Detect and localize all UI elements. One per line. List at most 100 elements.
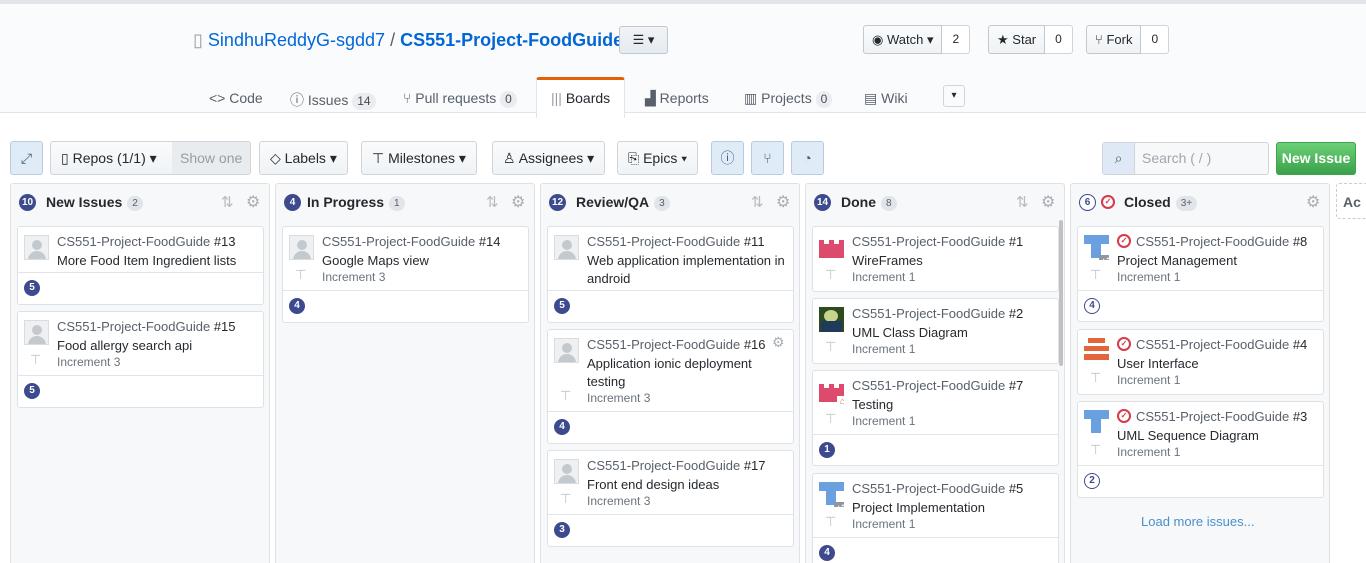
estimate-badge[interactable]: 4 <box>819 545 835 561</box>
card-milestone[interactable]: Increment 1 <box>852 414 915 428</box>
estimate-badge[interactable]: 1 <box>819 442 835 458</box>
repos-filter-button[interactable]: ▯ Repos (1/1) ▾ <box>50 141 173 175</box>
issue-card[interactable]: +3 CS551-Project-FoodGuide #5 Project Im… <box>812 473 1059 563</box>
card-repo[interactable]: CS551-Project-FoodGuide #15 <box>57 319 236 334</box>
repo-list-menu-button[interactable]: ☰ ▾ <box>619 26 668 54</box>
show-one-button[interactable]: Show one <box>172 141 252 175</box>
card-title[interactable]: Testing <box>852 396 1050 414</box>
card-title[interactable]: WireFrames <box>852 252 1050 270</box>
load-more-link[interactable]: Load more issues... <box>1141 514 1254 529</box>
card-title[interactable]: Google Maps view <box>322 252 520 270</box>
labels-filter-button[interactable]: ◇ Labels ▾ <box>259 141 348 175</box>
watch-button[interactable]: ◉ Watch ▾ <box>863 25 943 54</box>
add-column-button[interactable]: Ac <box>1336 183 1366 219</box>
tab-reports[interactable]: ▟ Reports <box>645 90 709 107</box>
card-milestone[interactable]: Increment 1 <box>1117 445 1180 459</box>
card-title[interactable]: Web application implementation in androi… <box>587 252 785 288</box>
card-milestone[interactable]: Increment 1 <box>852 342 915 356</box>
tab-projects[interactable]: ▥ Projects 0 <box>744 90 833 108</box>
tab-wiki[interactable]: ▤ Wiki <box>864 90 908 107</box>
estimate-badge[interactable]: 4 <box>1084 298 1100 314</box>
estimate-badge[interactable]: 2 <box>1084 473 1100 489</box>
card-repo[interactable]: CS551-Project-FoodGuide #8 <box>1136 234 1307 249</box>
issue-card[interactable]: CS551-Project-FoodGuide #16 ⚙ Applicatio… <box>547 329 794 444</box>
gear-icon[interactable]: ⚙ <box>776 192 790 212</box>
fullscreen-button[interactable]: ⤢ <box>10 141 43 175</box>
gear-icon[interactable]: ⚙ <box>1041 192 1055 212</box>
card-title[interactable]: Project Management <box>1117 252 1315 270</box>
card-title[interactable]: Front end design ideas <box>587 476 785 494</box>
epics-filter-button[interactable]: ⎘ Epics ▾ <box>617 141 699 175</box>
issue-card[interactable]: ✓ CS551-Project-FoodGuide #3 UML Sequenc… <box>1077 401 1324 498</box>
issue-card[interactable]: CS551-Project-FoodGuide #15 Food allergy… <box>17 311 264 408</box>
issue-card[interactable]: CS551-Project-FoodGuide #17 Front end de… <box>547 450 794 547</box>
sort-icon[interactable]: ⇅ <box>751 193 763 211</box>
watch-count[interactable]: 2 <box>942 25 971 54</box>
card-title[interactable]: Application ionic deployment testing <box>587 355 785 391</box>
more-tabs-button[interactable]: ▾ <box>943 85 965 107</box>
tab-code[interactable]: <> Code <box>209 90 263 106</box>
card-gear-icon[interactable]: ⚙ <box>772 334 785 351</box>
search-box[interactable]: ⌕ Search ( / ) <box>1102 142 1269 175</box>
issue-card[interactable]: CS551-Project-FoodGuide #1 WireFrames ⊤ … <box>812 226 1059 292</box>
card-milestone[interactable]: Increment 1 <box>1117 270 1180 284</box>
tab-pull-requests[interactable]: ⑂ Pull requests 0 <box>403 90 517 108</box>
estimate-badge[interactable]: 5 <box>554 298 570 314</box>
tab-boards[interactable]: ||| Boards <box>536 77 626 118</box>
gear-icon[interactable]: ⚙ <box>511 192 525 212</box>
issue-card[interactable]: ✓ CS551-Project-FoodGuide #4 User Interf… <box>1077 329 1324 395</box>
tab-issues[interactable]: ⓘ Issues 14 <box>290 90 376 110</box>
issue-card[interactable]: +3 ✓ CS551-Project-FoodGuide #8 Project … <box>1077 226 1324 322</box>
fork-count[interactable]: 0 <box>1141 25 1170 54</box>
issue-card[interactable]: ⌂ CS551-Project-FoodGuide #7 Testing ⊤ I… <box>812 370 1059 466</box>
column-title[interactable]: New Issues 2 <box>46 194 143 211</box>
star-count[interactable]: 0 <box>1045 25 1073 54</box>
gear-icon[interactable]: ⚙ <box>246 192 260 212</box>
card-title[interactable]: Project Implementation <box>852 499 1050 517</box>
sort-icon[interactable]: ⇅ <box>221 193 233 211</box>
pull-requests-toggle-button[interactable]: ⑂ <box>751 141 784 175</box>
card-repo[interactable]: CS551-Project-FoodGuide #14 <box>322 234 501 249</box>
fork-button[interactable]: ⑂ Fork <box>1086 25 1142 54</box>
issue-card[interactable]: CS551-Project-FoodGuide #14 Google Maps … <box>282 226 529 323</box>
issue-card[interactable]: CS551-Project-FoodGuide #2 UML Class Dia… <box>812 298 1059 364</box>
card-repo[interactable]: CS551-Project-FoodGuide #17 <box>587 458 766 473</box>
column-title[interactable]: Review/QA 3 <box>576 194 670 211</box>
closed-toggle-button[interactable]: ◔ <box>791 141 824 175</box>
card-title[interactable]: Food allergy search api <box>57 337 255 355</box>
card-milestone[interactable]: Increment 1 <box>852 270 915 284</box>
card-repo[interactable]: CS551-Project-FoodGuide #7 <box>852 378 1023 393</box>
milestones-filter-button[interactable]: ⊤ Milestones ▾ <box>361 141 477 175</box>
card-title[interactable]: User Interface <box>1117 355 1315 373</box>
card-repo[interactable]: CS551-Project-FoodGuide #2 <box>852 306 1023 321</box>
estimate-badge[interactable]: 5 <box>24 280 40 296</box>
card-repo[interactable]: CS551-Project-FoodGuide #11 <box>587 234 765 249</box>
card-milestone[interactable]: Increment 3 <box>57 355 120 369</box>
column-scrollbar[interactable] <box>1059 220 1063 366</box>
issue-card[interactable]: CS551-Project-FoodGuide #13 More Food It… <box>17 226 264 305</box>
search-icon[interactable]: ⌕ <box>1103 143 1135 174</box>
issue-card[interactable]: CS551-Project-FoodGuide #11 Web applicat… <box>547 226 794 323</box>
column-title[interactable]: In Progress 1 <box>307 194 405 211</box>
card-title[interactable]: UML Class Diagram <box>852 324 1050 342</box>
card-milestone[interactable]: Increment 3 <box>587 494 650 508</box>
estimate-badge[interactable]: 4 <box>554 419 570 435</box>
sort-icon[interactable]: ⇅ <box>486 193 498 211</box>
new-issue-button[interactable]: New Issue <box>1276 142 1356 175</box>
repo-owner-link[interactable]: SindhuReddyG-sgdd7 <box>208 30 385 50</box>
card-repo[interactable]: CS551-Project-FoodGuide #3 <box>1136 409 1307 424</box>
sort-icon[interactable]: ⇅ <box>1016 193 1028 211</box>
star-button[interactable]: ★ Star <box>988 25 1046 54</box>
card-title[interactable]: UML Sequence Diagram <box>1117 427 1315 445</box>
card-milestone[interactable]: Increment 3 <box>322 270 385 284</box>
column-title[interactable]: Done 8 <box>841 194 897 211</box>
issues-toggle-button[interactable]: ⓘ <box>711 141 744 175</box>
column-title[interactable]: Closed 3+ <box>1124 194 1198 211</box>
card-repo[interactable]: CS551-Project-FoodGuide #5 <box>852 481 1023 496</box>
estimate-badge[interactable]: 5 <box>24 383 40 399</box>
gear-icon[interactable]: ⚙ <box>1306 192 1320 212</box>
card-repo[interactable]: CS551-Project-FoodGuide #1 <box>852 234 1023 249</box>
card-title[interactable]: More Food Item Ingredient lists <box>57 252 255 270</box>
card-milestone[interactable]: Increment 1 <box>852 517 915 531</box>
card-repo[interactable]: CS551-Project-FoodGuide #16 <box>587 337 766 352</box>
